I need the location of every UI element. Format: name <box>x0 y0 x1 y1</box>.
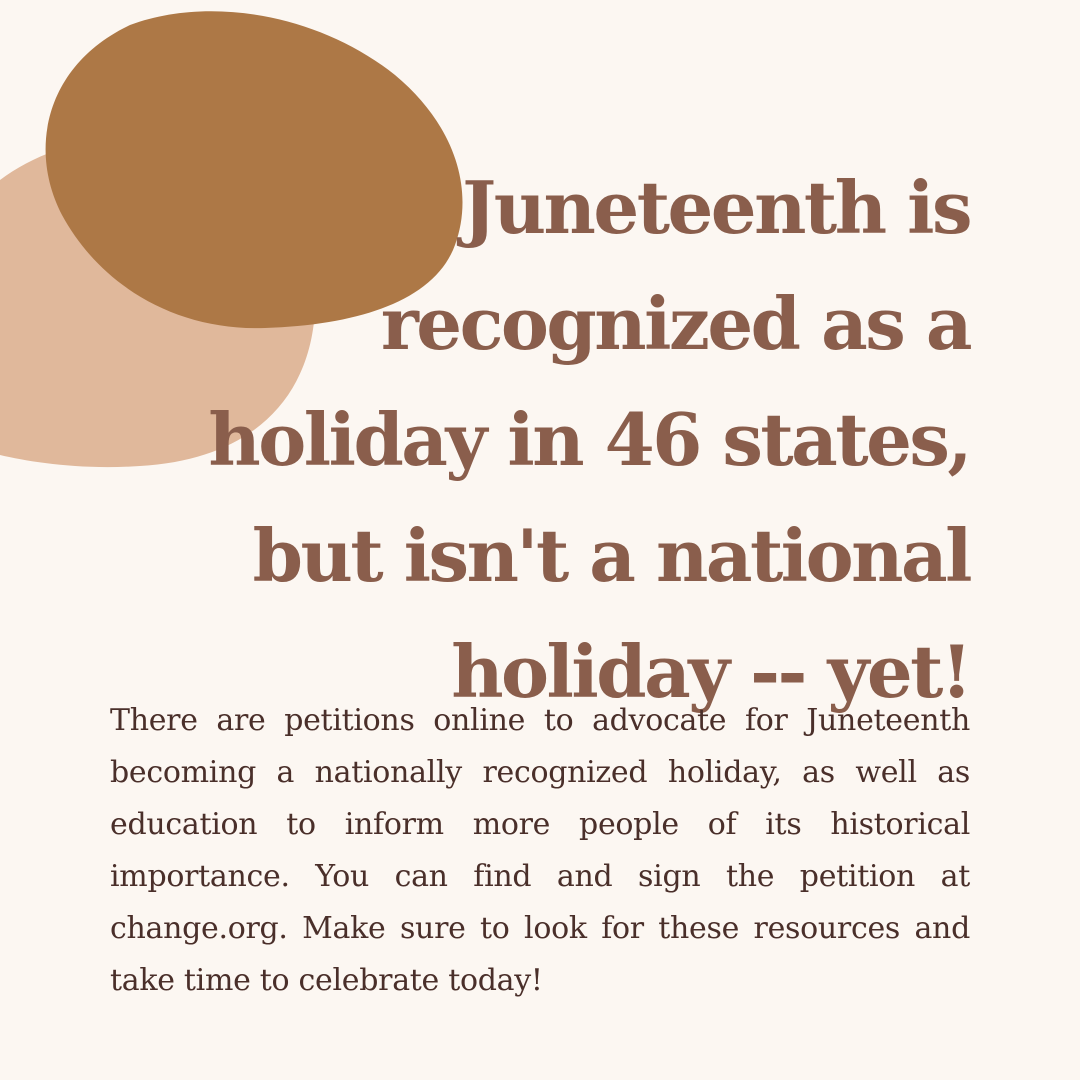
headline: Juneteenth is recognized as a holiday in… <box>110 150 973 730</box>
headline-line-1: Juneteenth is <box>462 165 972 250</box>
graphic-canvas: Juneteenth is recognized as a holiday in… <box>0 0 1080 1080</box>
headline-line-3: holiday in 46 states, <box>208 397 972 482</box>
headline-line-4: but isn't a national <box>252 513 973 598</box>
headline-line-2: recognized as a <box>380 281 973 366</box>
body-paragraph: There are petitions online to advocate f… <box>110 703 970 998</box>
